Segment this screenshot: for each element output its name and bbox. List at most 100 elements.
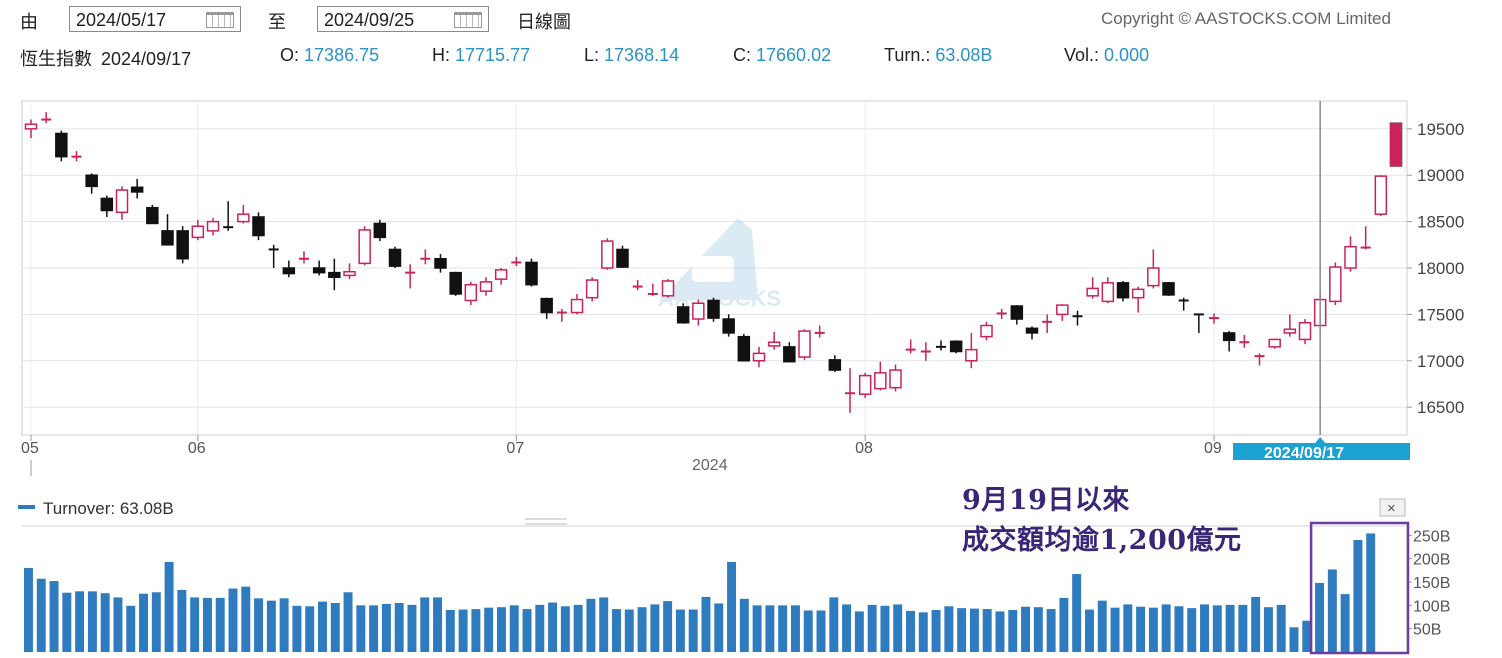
turnover-bar — [727, 561, 737, 652]
turnover-bar — [1212, 605, 1222, 652]
stock-chart[interactable]: 16500 17000 17500 18000 18500 19000 19500 05 06 0… — [0, 0, 1502, 658]
candle-body — [388, 248, 402, 267]
turnover-bar — [202, 597, 212, 652]
turnover-bar — [893, 604, 903, 652]
turnover-bar — [151, 592, 161, 652]
candle-body — [1147, 267, 1160, 287]
turnover-bar — [1340, 594, 1350, 652]
turnover-bar — [650, 604, 660, 652]
candle-body — [115, 189, 129, 214]
turnover-tick-label: 150B — [1413, 575, 1450, 592]
candle-body — [479, 281, 493, 292]
candle-body — [616, 248, 629, 268]
turnover-bar — [969, 608, 979, 652]
turnover-bar — [1021, 606, 1031, 652]
turnover-bar — [854, 611, 864, 652]
turnover-bar — [113, 597, 123, 652]
turnover-bar — [356, 605, 366, 652]
turnover-bar — [1161, 604, 1171, 652]
candle-body — [1344, 245, 1357, 269]
candle-body — [252, 216, 265, 237]
turnover-bar — [1225, 604, 1235, 652]
candle-body — [798, 330, 811, 358]
turnover-bar — [1110, 607, 1120, 652]
turnover-bar — [458, 609, 468, 652]
turnover-bar — [880, 605, 890, 652]
turnover-tick-label: 250B — [1413, 528, 1450, 545]
turnover-bar — [1046, 609, 1056, 652]
candle-body — [1329, 266, 1342, 303]
turnover-bar — [560, 606, 570, 652]
turnover-bar — [1084, 609, 1094, 652]
candle-body — [1010, 305, 1024, 320]
turnover-bar — [663, 601, 673, 652]
turnover-tick-label: 50B — [1413, 622, 1441, 639]
turnover-bar — [586, 598, 596, 652]
candle-body — [1374, 175, 1388, 215]
turnover-bar — [1263, 607, 1273, 652]
turnover-bar — [842, 604, 852, 652]
turnover-bar — [305, 606, 315, 652]
candle-body — [24, 123, 38, 130]
turnover-bar — [944, 606, 954, 652]
candle-body — [312, 267, 326, 274]
turnover-bar — [279, 598, 289, 652]
close-icon: × — [1387, 500, 1396, 517]
turnover-bar — [49, 581, 59, 652]
annotation-line-1: 9月19日以來 — [962, 485, 1130, 516]
candle-body — [373, 222, 387, 239]
turnover-bar — [752, 605, 762, 652]
turnover-bar — [1097, 600, 1107, 652]
turnover-bar — [266, 600, 276, 652]
year-label: 2024 — [692, 457, 728, 474]
candle-body — [965, 348, 978, 362]
candle-body — [949, 340, 963, 353]
candle-body — [55, 132, 68, 158]
turnover-bar — [739, 598, 749, 652]
turnover-bar — [714, 603, 724, 652]
turnover-bar — [36, 578, 46, 652]
turnover-bar — [829, 597, 839, 652]
price-tick-label: 17500 — [1417, 305, 1464, 324]
turnover-bar — [522, 609, 532, 652]
candle-body — [828, 359, 842, 371]
candle-body — [358, 229, 371, 265]
turnover-bar — [982, 609, 992, 652]
candle-body — [676, 306, 690, 324]
turnover-bar — [330, 603, 340, 652]
turnover-bar — [75, 591, 85, 652]
turnover-legend-label: Turnover: 63.08B — [43, 499, 174, 518]
turnover-bar — [816, 610, 826, 652]
candle-body — [980, 324, 993, 338]
turnover-legend-swatch — [18, 505, 35, 509]
candle-body — [1101, 282, 1115, 303]
candle-body — [282, 267, 296, 275]
candle-body — [146, 206, 159, 225]
candle-body — [707, 299, 720, 319]
turnover-bar — [318, 601, 327, 652]
turnover-bar — [573, 604, 583, 652]
turnover-bar — [509, 605, 519, 652]
candle-body — [1162, 282, 1175, 296]
candle-body — [752, 352, 766, 362]
candle-body — [494, 269, 508, 280]
price-tick-label: 19000 — [1417, 166, 1464, 185]
crosshair-date-label: 2024/09/17 — [1264, 445, 1344, 462]
candle-body — [1116, 282, 1130, 299]
candle-body — [434, 257, 447, 269]
candle-body — [889, 369, 902, 389]
turnover-bar — [1072, 574, 1082, 652]
candle-body — [601, 240, 614, 269]
candle-body — [1056, 304, 1069, 316]
turnover-bar — [931, 610, 941, 652]
turnover-bar — [100, 593, 110, 652]
month-tick-label: 06 — [188, 440, 206, 457]
candle-body — [206, 220, 220, 232]
turnover-bar — [1200, 604, 1209, 652]
candle-body — [1131, 288, 1145, 299]
turnover-bar — [164, 561, 174, 652]
turnover-bar — [599, 597, 609, 652]
turnover-bar — [343, 592, 353, 652]
turnover-bar — [1315, 582, 1325, 652]
turnover-bar — [484, 607, 494, 652]
